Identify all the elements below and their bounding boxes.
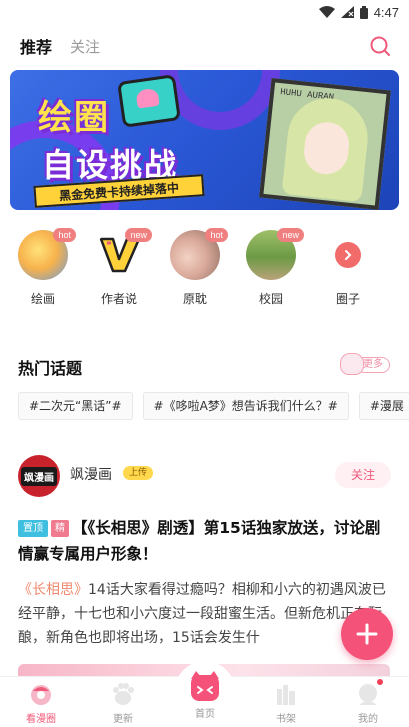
post-title[interactable]: 置顶精【《长相思》剧透】第15话独家放送，讨论剧情赢专属用户形象！ xyxy=(18,515,390,567)
post-body[interactable]: 《长相思》14话大家看得过瘾吗？相柳和小六的初遇风波已经平静，十七也和小六度过一… xyxy=(18,578,390,650)
chevron-right-icon xyxy=(345,250,352,260)
create-post-button[interactable] xyxy=(341,608,393,660)
tab-following[interactable]: 关注 xyxy=(70,36,100,57)
category-original-bl[interactable]: hot 原耽 xyxy=(165,228,228,307)
more-button[interactable]: 更多 xyxy=(340,353,396,377)
category-campus[interactable]: new 校园 xyxy=(241,228,304,307)
cat-face-icon xyxy=(188,669,222,703)
bookshelf-icon xyxy=(273,681,299,707)
section-title: 热门话题 xyxy=(18,359,83,378)
category-avatar: new xyxy=(246,228,304,280)
follow-button[interactable]: 关注 xyxy=(335,462,391,488)
search-button[interactable] xyxy=(369,35,391,57)
top-tab-bar: 推荐 关注 xyxy=(0,28,409,64)
clock: 4:47 xyxy=(373,4,399,20)
category-avatar: hot xyxy=(170,228,228,280)
search-icon xyxy=(370,36,390,56)
category-row: hot 绘画 new 作者说 hot 原耽 new 校园 圈子 xyxy=(0,228,409,310)
tab-recommend[interactable]: 推荐 xyxy=(20,34,52,58)
new-badge: new xyxy=(125,228,152,242)
hot-badge: hot xyxy=(205,228,228,242)
status-bar: 4:47 xyxy=(0,0,409,24)
post-title-text: 【《长相思》剧透】第15话独家放送，讨论剧情赢专属用户形象！ xyxy=(18,519,381,563)
promo-banner[interactable]: 绘圈 自设挑战 黑金免费卡持续掉落中 HUHU AURAN xyxy=(10,70,399,210)
profile-icon xyxy=(355,679,383,707)
avatar[interactable]: 飒漫画 xyxy=(18,455,60,497)
category-circles[interactable]: 圈子 xyxy=(318,230,378,307)
nav-bookshelf[interactable]: 书架 xyxy=(256,681,316,725)
nav-community[interactable]: 看漫圈 xyxy=(11,681,71,725)
battery-icon xyxy=(359,5,368,19)
post-author-row: 飒漫画 飒漫画 上传 关注 xyxy=(18,455,391,499)
author-name[interactable]: 飒漫画 xyxy=(70,464,112,484)
hot-badge: hot xyxy=(53,228,76,242)
nav-updates[interactable]: 更新 xyxy=(93,681,153,725)
nav-home[interactable]: 首页 xyxy=(175,669,235,720)
pinned-tag: 置顶 xyxy=(18,520,48,537)
category-label: 原耽 xyxy=(182,292,207,306)
nav-label: 更新 xyxy=(113,714,133,725)
category-author-talk[interactable]: new 作者说 xyxy=(89,228,152,307)
donut-icon xyxy=(28,681,54,707)
signal-icon xyxy=(340,6,354,18)
category-label: 绘画 xyxy=(30,292,55,306)
topic-chip[interactable]: #二次元“黑话”# xyxy=(18,392,133,420)
cat-mascot-icon xyxy=(340,353,364,375)
nav-label: 看漫圈 xyxy=(26,714,56,725)
topic-chip-row: #二次元“黑话”# #《哆啦A梦》想告诉我们什么？# #漫展 xyxy=(18,392,409,420)
category-painting[interactable]: hot 绘画 xyxy=(13,228,76,307)
notification-dot xyxy=(377,679,383,685)
character-card-illustration: HUHU AURAN xyxy=(259,78,391,210)
bottom-nav: 看漫圈 更新 首页 书架 我的 xyxy=(0,661,409,727)
hot-topics-header: 热门话题 更多 xyxy=(18,353,398,378)
category-avatar: hot xyxy=(18,228,76,280)
paw-icon xyxy=(110,681,136,707)
author-badge: 上传 xyxy=(123,466,154,480)
nav-label: 首页 xyxy=(195,709,215,720)
nav-profile[interactable]: 我的 xyxy=(338,679,398,725)
topic-chip[interactable]: #《哆啦A梦》想告诉我们什么？# xyxy=(142,392,349,420)
new-badge: new xyxy=(277,228,304,242)
post-body-link[interactable]: 《长相思》 xyxy=(18,582,88,598)
chevron-right-button[interactable] xyxy=(335,242,361,268)
nav-label: 书架 xyxy=(276,714,296,725)
category-label: 圈子 xyxy=(335,292,360,306)
avatar-logo: 飒漫画 xyxy=(21,466,57,486)
category-label: 校园 xyxy=(258,292,283,306)
nav-label: 我的 xyxy=(358,714,378,725)
essence-tag: 精 xyxy=(51,520,69,537)
banner-title: 绘圈 xyxy=(38,98,110,138)
plus-icon xyxy=(356,623,378,645)
tv-illustration xyxy=(117,74,181,128)
category-avatar: new xyxy=(94,228,152,280)
topic-chip[interactable]: #漫展 xyxy=(358,392,409,420)
category-label: 作者说 xyxy=(100,292,137,306)
wifi-icon xyxy=(318,6,335,18)
